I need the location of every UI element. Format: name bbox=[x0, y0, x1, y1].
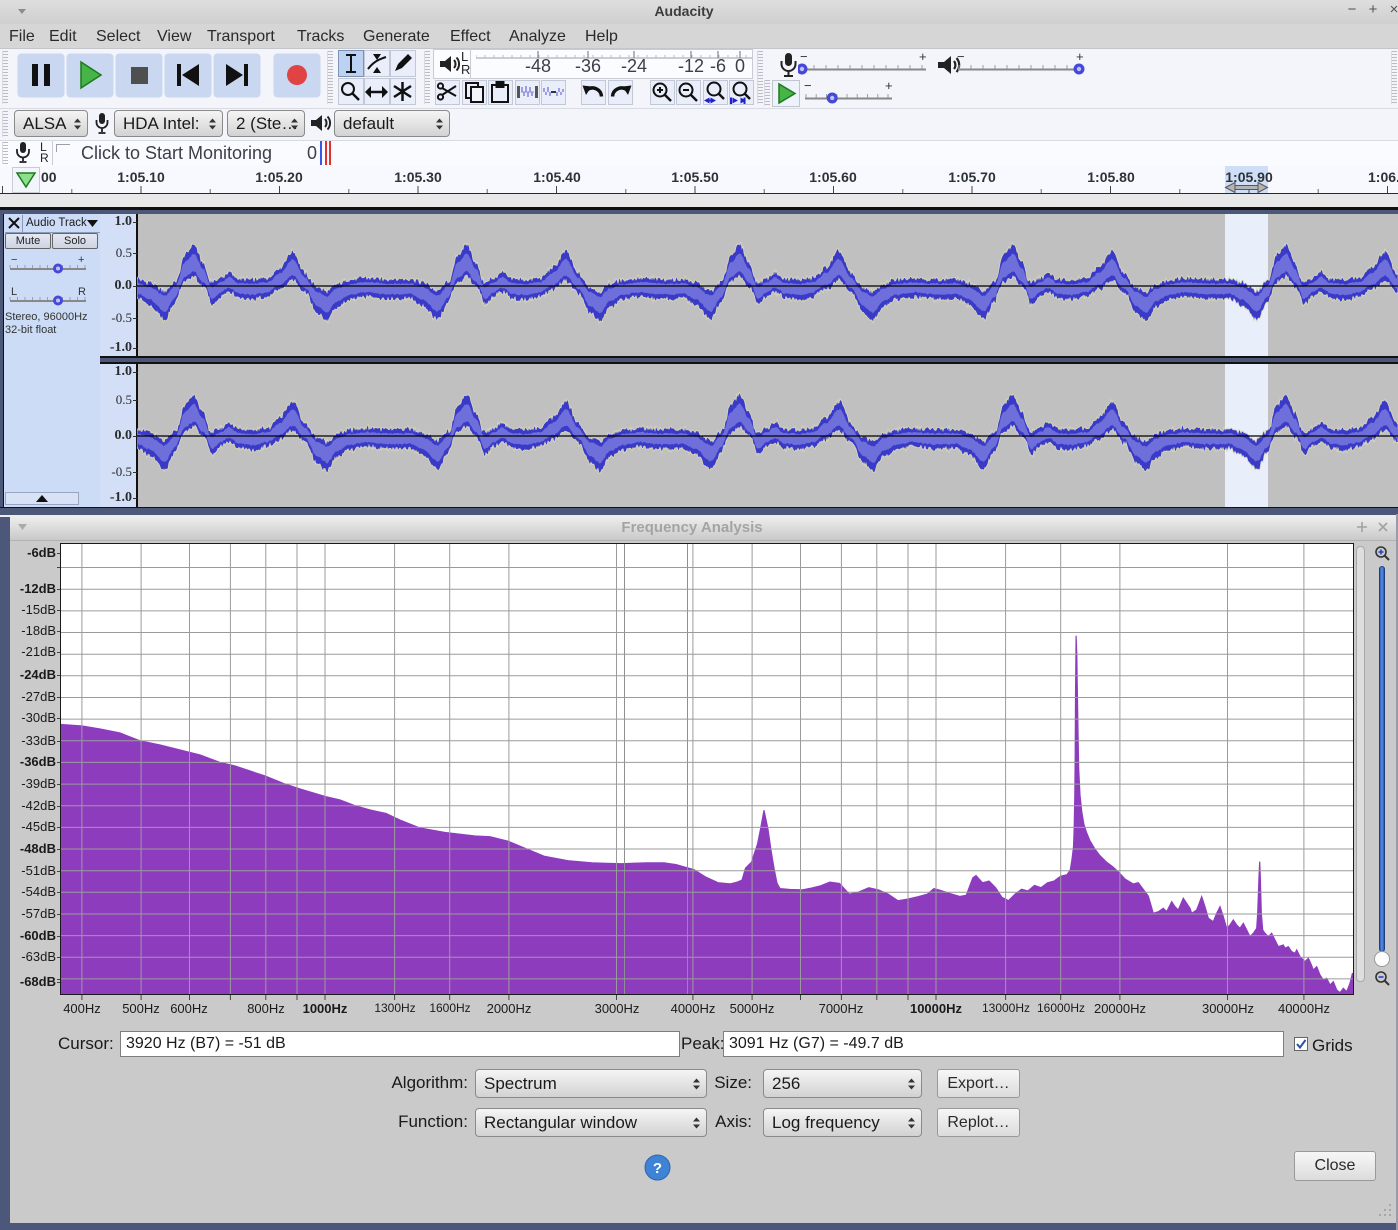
svg-text:+: + bbox=[1076, 51, 1084, 64]
svg-text:+: + bbox=[78, 255, 84, 266]
svg-text:L: L bbox=[11, 287, 17, 298]
svg-text:+: + bbox=[885, 80, 893, 93]
svg-text:−: − bbox=[804, 80, 812, 93]
svg-text:R: R bbox=[78, 287, 86, 298]
svg-text:?: ? bbox=[653, 1160, 662, 1177]
svg-text:−: − bbox=[800, 51, 808, 64]
svg-text:−: − bbox=[11, 255, 17, 266]
svg-text:+: + bbox=[919, 51, 927, 64]
svg-text:−: − bbox=[957, 51, 965, 64]
